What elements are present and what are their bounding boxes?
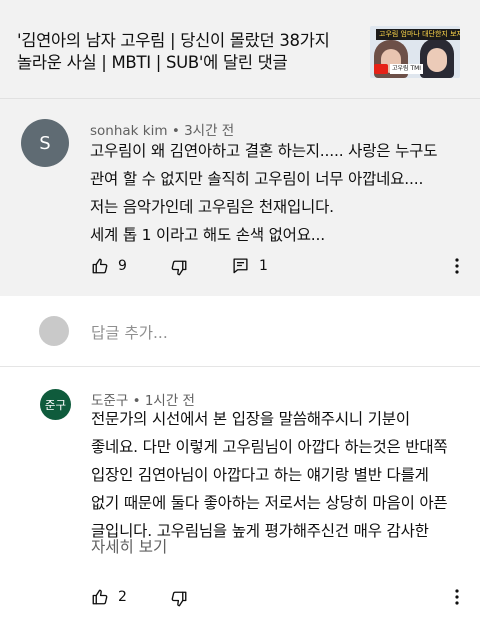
thumbnail-banner-text: 고우림 엄마나 대단한지 보자 [376, 29, 460, 40]
video-thumbnail[interactable]: 고우림 엄마나 대단한지 보자 고우림 TMI [370, 26, 460, 78]
reply-line: 좋네요. 다만 이렇게 고우림님이 아깝다 하는것은 반대쪽 [91, 438, 448, 456]
add-reply-row [0, 296, 480, 366]
divider [0, 98, 480, 99]
avatar-letter: S [39, 132, 51, 154]
like-button[interactable]: 2 [91, 588, 127, 606]
avatar[interactable]: 준구 [40, 389, 71, 420]
comment-line: 세계 톱 1 이라고 해도 손색 없어요... [90, 226, 325, 244]
comment-text: 고우림이 왜 김연아하고 결혼 하는지..... 사랑은 누구도 관여 할 수 … [90, 137, 470, 249]
thumbnail-tag-text: 고우림 TMI [390, 64, 424, 74]
thumbs-down-icon [171, 260, 187, 276]
thumbs-up-icon [92, 589, 108, 605]
comment-reply-icon [233, 258, 248, 274]
more-options-button[interactable] [449, 588, 465, 606]
dislike-button[interactable] [170, 590, 188, 608]
comment-line: 저는 음악가인데 고우림은 천재입니다. [90, 198, 334, 216]
avatar[interactable]: S [21, 119, 69, 167]
reply-count: 1 [259, 257, 268, 274]
like-button[interactable]: 9 [91, 257, 127, 275]
read-more-link[interactable]: 자세히 보기 [91, 535, 167, 557]
video-header[interactable]: '김연아의 남자 고우림 | 당신이 몰랐던 38가지 놀라운 사실 | MBT… [0, 0, 480, 98]
reply-line: 입장인 김연아님이 아깝다고 하는 얘기랑 별반 다를게 [91, 466, 429, 484]
thumbs-down-icon [171, 591, 187, 607]
reply-button[interactable]: 1 [232, 257, 268, 274]
comment-line: 관여 할 수 없지만 솔직히 고우림이 너무 아깝네요.... [90, 170, 424, 188]
reply-input[interactable]: 답글 추가... [91, 321, 168, 343]
comment-meta: sonhak kim • 3시간 전 [90, 119, 234, 139]
highlighted-comment-panel: '김연아의 남자 고우림 | 당신이 몰랐던 38가지 놀라운 사실 | MBT… [0, 0, 480, 296]
thumbs-up-icon [92, 258, 108, 274]
reply-line: 전문가의 시선에서 본 입장을 말씀해주시니 기분이 [91, 410, 410, 428]
reply-text: 전문가의 시선에서 본 입장을 말씀해주시니 기분이 좋네요. 다만 이렇게 고… [91, 405, 471, 545]
video-title[interactable]: '김연아의 남자 고우림 | 당신이 몰랐던 38가지 놀라운 사실 | MBT… [17, 30, 357, 74]
thumbnail-person-right [420, 38, 454, 78]
like-count: 9 [118, 258, 127, 274]
reply-line: 없기 때문에 둘다 좋아하는 저로서는 상당히 마음이 아픈 [91, 494, 448, 512]
current-user-avatar [39, 316, 69, 346]
comment-line: 고우림이 왜 김연아하고 결혼 하는지..... 사랑은 누구도 [90, 142, 438, 160]
more-vertical-icon [455, 258, 459, 274]
divider [0, 366, 480, 367]
video-title-line-1: '김연아의 남자 고우림 | 당신이 몰랐던 38가지 [17, 31, 330, 50]
thumbnail-badge [374, 64, 388, 74]
dislike-button[interactable] [170, 259, 188, 277]
avatar-letter: 준구 [44, 397, 67, 412]
video-title-line-2: 놀라운 사실 | MBTI | SUB'에 달린 댓글 [17, 53, 288, 72]
more-vertical-icon [455, 589, 459, 605]
more-options-button[interactable] [449, 257, 465, 275]
like-count: 2 [118, 589, 127, 605]
